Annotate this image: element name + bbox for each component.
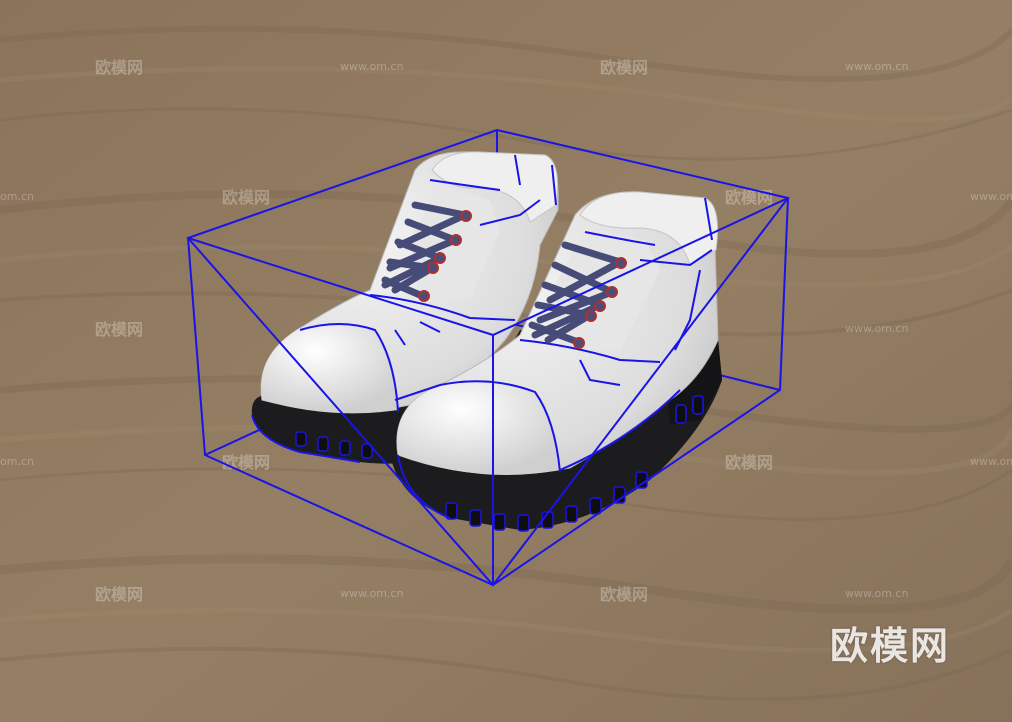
watermark-cn: 欧模网: [725, 453, 773, 472]
watermark-cn: 欧模网: [222, 188, 270, 207]
brand-logo: 欧模网: [830, 624, 951, 668]
watermark-url: www.om.cn: [845, 587, 908, 600]
watermark-url: www.om.cn: [845, 60, 908, 73]
watermark-url: www.om.cn: [970, 190, 1012, 203]
right-boot-toe-cap: [396, 381, 560, 475]
watermark-cn: 欧模网: [600, 58, 648, 77]
watermark-url: www.om.cn: [340, 60, 403, 73]
watermark-cn: 欧模网: [725, 188, 773, 207]
watermark-cn: 欧模网: [222, 453, 270, 472]
watermark-cn: 欧模网: [95, 585, 143, 604]
watermark-url: om.cn: [0, 455, 34, 468]
watermark-url: www.om.cn: [340, 587, 403, 600]
watermark-cn: 欧模网: [95, 320, 143, 339]
3d-viewport[interactable]: 欧模网 www.om.cn 欧模网 www.om.cn om.cn 欧模网 欧模…: [0, 0, 1012, 722]
watermark-url: www.om.cn: [970, 455, 1012, 468]
watermark-cn: 欧模网: [600, 585, 648, 604]
watermark-url: om.cn: [0, 190, 34, 203]
watermark-cn: 欧模网: [95, 58, 143, 77]
watermark-url: www.om.cn: [845, 322, 908, 335]
